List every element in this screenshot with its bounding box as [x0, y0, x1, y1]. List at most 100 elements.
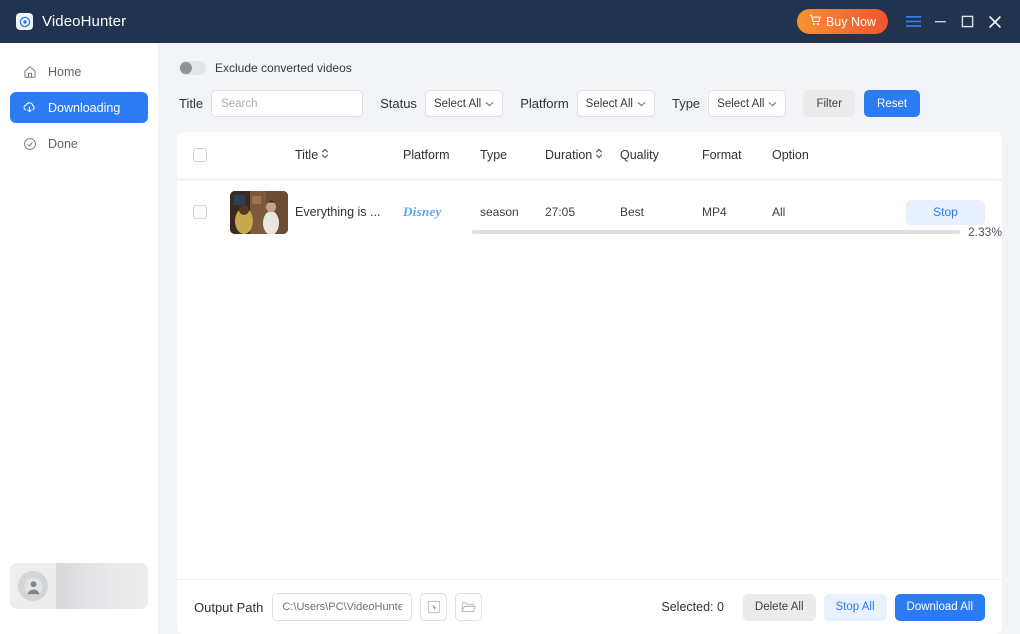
filter-bar: Title Status Select All Platform Select … [177, 75, 1002, 117]
sidebar-item-done[interactable]: Done [10, 128, 148, 159]
table-body: Everything is ... Disney season 27:05 Be… [177, 181, 1002, 579]
quality-header-cell: Quality [620, 148, 702, 162]
exclude-converted-toggle[interactable] [179, 61, 206, 75]
exclude-converted-row: Exclude converted videos [177, 43, 1002, 75]
title-bar: VideoHunter Buy Now [0, 0, 1020, 43]
row-checkbox[interactable] [193, 205, 207, 219]
platform-select[interactable]: Select All [576, 90, 655, 117]
application-window: VideoHunter Buy Now Home Downloading Don… [0, 0, 1020, 634]
target-logo-icon [16, 13, 33, 30]
sidebar-item-label: Home [48, 64, 82, 79]
sort-updown-icon [321, 148, 329, 162]
exclude-converted-label: Exclude converted videos [215, 61, 352, 75]
platform-filter-label: Platform [520, 96, 569, 111]
platform-header: Platform [403, 148, 450, 162]
row-progress: 2.33% [472, 225, 1002, 239]
row-title: Everything is ... [295, 205, 381, 219]
buy-now-label: Buy Now [825, 14, 876, 29]
user-avatar-icon [18, 571, 48, 601]
duration-header[interactable]: Duration [545, 148, 620, 162]
duration-header-label: Duration [545, 148, 593, 162]
select-all-checkbox[interactable] [193, 148, 207, 162]
delete-all-button[interactable]: Delete All [742, 593, 816, 621]
sidebar-item-home[interactable]: Home [10, 56, 148, 87]
title-header-label: Title [295, 148, 319, 162]
maximize-icon[interactable] [954, 8, 981, 36]
row-thumb-cell [223, 190, 295, 234]
main-content: Exclude converted videos Title Status Se… [159, 43, 1020, 634]
sidebar-item-label: Downloading [48, 100, 121, 115]
sidebar-item-downloading[interactable]: Downloading [10, 92, 148, 123]
row-option: All [772, 205, 786, 219]
filter-button[interactable]: Filter [803, 90, 856, 117]
type-header: Type [480, 148, 508, 162]
chevron-down-icon [485, 98, 494, 110]
progress-percent: 2.33% [967, 225, 1002, 239]
check-circle-icon [22, 136, 37, 151]
home-icon [22, 64, 37, 79]
row-quality: Best [620, 205, 645, 219]
platform-select-value: Select All [585, 97, 633, 110]
format-header: Format [702, 148, 742, 162]
disney-plus-logo: Disney [403, 204, 442, 219]
cart-icon [809, 14, 821, 29]
cursor-select-icon[interactable] [420, 593, 448, 621]
selected-count: Selected: 0 [661, 600, 724, 614]
sidebar: Home Downloading Done [0, 43, 159, 634]
row-type: season [480, 205, 519, 219]
type-header-cell: Type [480, 148, 545, 162]
table-row[interactable]: Everything is ... Disney season 27:05 Be… [177, 181, 1002, 243]
download-all-button[interactable]: Download All [894, 593, 985, 621]
option-header-cell: Option [772, 148, 862, 162]
buy-now-button[interactable]: Buy Now [796, 9, 888, 34]
brand: VideoHunter [16, 13, 126, 30]
quality-header: Quality [620, 148, 659, 162]
duration-header-cell: Duration [545, 148, 620, 162]
sidebar-nav: Home Downloading Done [0, 56, 158, 159]
stop-all-button[interactable]: Stop All [823, 593, 887, 621]
reset-button[interactable]: Reset [864, 90, 921, 117]
sort-updown-icon [595, 148, 603, 162]
platform-header-cell: Platform [403, 148, 480, 162]
table-header: Title Platform Type Duration Quality For… [177, 132, 1002, 178]
video-thumbnail [230, 190, 288, 234]
download-cloud-icon [22, 100, 37, 115]
stop-button[interactable]: Stop [906, 199, 985, 225]
row-action-cell: Stop [862, 199, 1002, 225]
row-duration: 27:05 [545, 205, 576, 219]
output-path-label: Output Path [194, 599, 264, 615]
title-filter-label: Title [179, 96, 204, 111]
row-select-cell [177, 205, 223, 219]
profile-placeholder [56, 563, 148, 609]
status-filter-label: Status [380, 96, 417, 111]
bottom-bar: Output Path Selected: 0 Delete All [177, 579, 1002, 634]
folder-open-icon[interactable] [455, 593, 483, 621]
status-select[interactable]: Select All [424, 90, 504, 117]
type-select-value: Select All [717, 97, 765, 110]
type-filter-label: Type [671, 96, 701, 111]
search-input[interactable] [211, 90, 364, 117]
title-header-cell: Title [295, 148, 403, 162]
row-platform-cell: Disney [403, 203, 480, 221]
user-profile[interactable] [10, 563, 148, 609]
type-select[interactable]: Select All [708, 90, 787, 117]
option-header: Option [772, 148, 809, 162]
chevron-down-icon [768, 98, 777, 110]
minimize-icon[interactable] [927, 8, 954, 36]
title-header[interactable]: Title [295, 148, 403, 162]
chevron-down-icon [637, 98, 646, 110]
sidebar-item-label: Done [48, 136, 78, 151]
window-controls [900, 8, 1008, 36]
window-body: Home Downloading Done Exclude converted … [0, 43, 1020, 634]
row-format: MP4 [702, 205, 727, 219]
hamburger-menu-icon[interactable] [900, 8, 927, 36]
row-title-cell: Everything is ... [295, 203, 403, 221]
select-all-cell [177, 148, 223, 162]
app-title: VideoHunter [42, 13, 127, 30]
status-select-value: Select All [433, 97, 482, 110]
output-path-input[interactable] [272, 593, 413, 621]
progress-track [472, 230, 960, 234]
toggle-knob [180, 62, 192, 74]
close-icon[interactable] [981, 8, 1008, 36]
